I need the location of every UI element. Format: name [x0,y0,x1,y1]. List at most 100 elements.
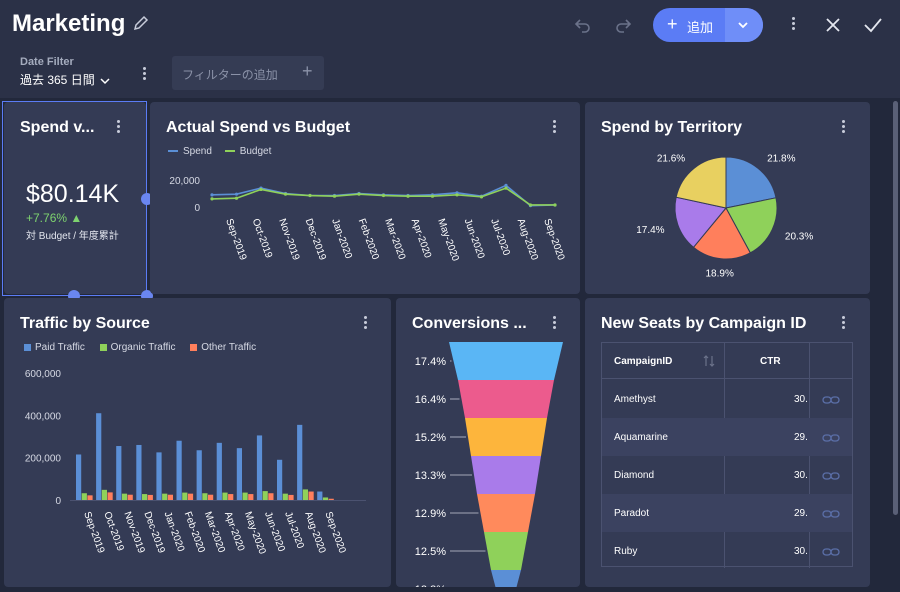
data-point [455,193,459,197]
ctr-cell: 29. [794,508,808,519]
add-filter-field[interactable]: フィルターの追加 + [172,56,324,90]
data-point [210,197,214,201]
kpi-options-icon[interactable] [112,120,124,136]
close-icon[interactable] [824,16,842,34]
bar-paid-traffic [317,491,323,500]
funnel-segment [471,456,541,494]
undo-icon[interactable] [573,15,593,35]
bar-organic-traffic [282,493,288,500]
link-icon[interactable] [822,395,840,405]
column-header-ctr[interactable]: CTR [760,356,781,367]
add-button[interactable]: + 追加 [653,8,763,42]
bar-organic-traffic [182,492,188,500]
redo-icon[interactable] [613,15,633,35]
territory-chart-card[interactable]: Spend by Territory 21.8% 20.3% 18.9% 17.4% 2… [585,102,870,294]
campaign-cell: Paradot [614,508,650,519]
bar-paid-traffic [216,442,222,500]
bar-organic-traffic [162,493,168,500]
data-point [528,203,533,207]
funnel-segment [449,342,563,380]
data-point [234,196,239,200]
ctr-cell: 30. [794,394,808,405]
x-tick-label: Jan-2020 [329,217,354,260]
x-tick-label: Sep-2019 [223,217,248,262]
funnel-label: 13.3% [415,470,446,482]
link-icon[interactable] [822,471,840,481]
x-tick-label: Sep-2020 [541,217,566,262]
seats-table: CampaignID CTR Amethyst 30. Aquamarine 2… [601,342,853,570]
pie-slice-label: 20.3% [785,231,813,242]
data-point [479,195,484,199]
link-icon[interactable] [822,547,840,557]
x-tick-label: Mar-2020 [382,217,407,261]
date-filter-label: Date Filter [20,56,74,68]
table-row[interactable]: Ruby 30. [602,532,852,570]
x-tick-label: May-2020 [435,217,461,263]
bar-paid-traffic [116,446,122,500]
check-icon[interactable] [863,16,883,34]
funnel-segment [465,418,547,456]
bar-paid-traffic [236,448,242,500]
spend-chart-card[interactable]: Actual Spend vs Budget Spend Budget 20,0… [150,102,580,294]
funnel-segment [477,494,535,532]
y-tick-label: 400,000 [25,411,62,422]
kpi-subtitle: 対 Budget / 年度累計 [26,231,119,242]
add-dropdown-button[interactable] [725,8,763,42]
date-filter-value-text: 過去 365 日間 [20,73,95,87]
traffic-chart-card[interactable]: Traffic by Source Paid Traffic Organic T… [4,298,391,587]
link-icon[interactable] [822,509,840,519]
sort-icon[interactable] [703,354,715,368]
bar-paid-traffic [256,435,263,500]
date-filter-options-icon[interactable] [138,67,150,83]
table-row[interactable]: Amethyst 30. [602,380,852,418]
kpi-card[interactable]: Spend v... $80.14K +7.76% ▲ 対 Budget / 年… [4,102,146,294]
territory-pie-chart: 21.8% 20.3% 18.9% 17.4% 21.6% [636,153,813,279]
ctr-cell: 29. [794,432,808,443]
bar-organic-traffic [322,497,329,500]
campaign-cell: Aquamarine [614,432,668,443]
data-point [553,203,557,207]
funnel-segment [491,570,521,587]
pie-slice-label: 21.6% [657,153,685,164]
bar-organic-traffic [202,493,208,500]
data-point [259,187,263,192]
table-header: CampaignID CTR [602,343,852,379]
funnel-label: 16.4% [415,394,446,406]
add-button-label: 追加 [687,20,714,35]
conversions-funnel-chart: 17.4% 16.4% 15.2% 13.3% 12.9% 12.5% 12.3% [415,342,563,587]
campaign-cell: Amethyst [614,394,656,405]
column-header-campaign[interactable]: CampaignID [614,356,672,367]
bar-organic-traffic [262,491,268,500]
more-options-icon[interactable] [787,17,799,33]
bar-other-traffic [288,494,294,500]
table-row[interactable]: Paradot 29. [602,494,852,532]
funnel-label: 12.5% [415,546,446,558]
dashboard-title: Marketing [12,10,126,37]
bar-organic-traffic [81,493,87,500]
funnel-label: 12.9% [415,508,446,520]
bar-organic-traffic [101,489,107,500]
seats-options-icon[interactable] [837,316,849,332]
ctr-cell: 30. [794,470,808,481]
data-point [430,194,435,198]
conversions-chart-card[interactable]: Conversions ... 17.4% 16.4% 15.2% 13.3% 12.9… [396,298,580,587]
date-filter-value[interactable]: 過去 365 日間 [20,71,110,88]
link-icon[interactable] [822,433,840,443]
seats-table-title: New Seats by Campaign ID [601,315,807,332]
bar-organic-traffic [142,494,148,500]
funnel-label: 12.3% [415,584,446,587]
bar-other-traffic [107,492,113,500]
table-row[interactable]: Aquamarine 29. [602,418,852,456]
kpi-title: Spend v... [20,119,95,136]
edit-title-icon[interactable] [132,14,150,32]
vertical-scrollbar[interactable] [893,101,898,515]
bar-paid-traffic [76,454,82,500]
bar-other-traffic [228,494,234,500]
bar-paid-traffic [96,413,102,500]
bar-paid-traffic [136,444,142,500]
y-tick-label: 0 [194,203,200,214]
data-point [332,194,337,198]
table-row[interactable]: Diamond 30. [602,456,852,494]
data-point [381,193,386,198]
bar-organic-traffic [222,492,228,500]
